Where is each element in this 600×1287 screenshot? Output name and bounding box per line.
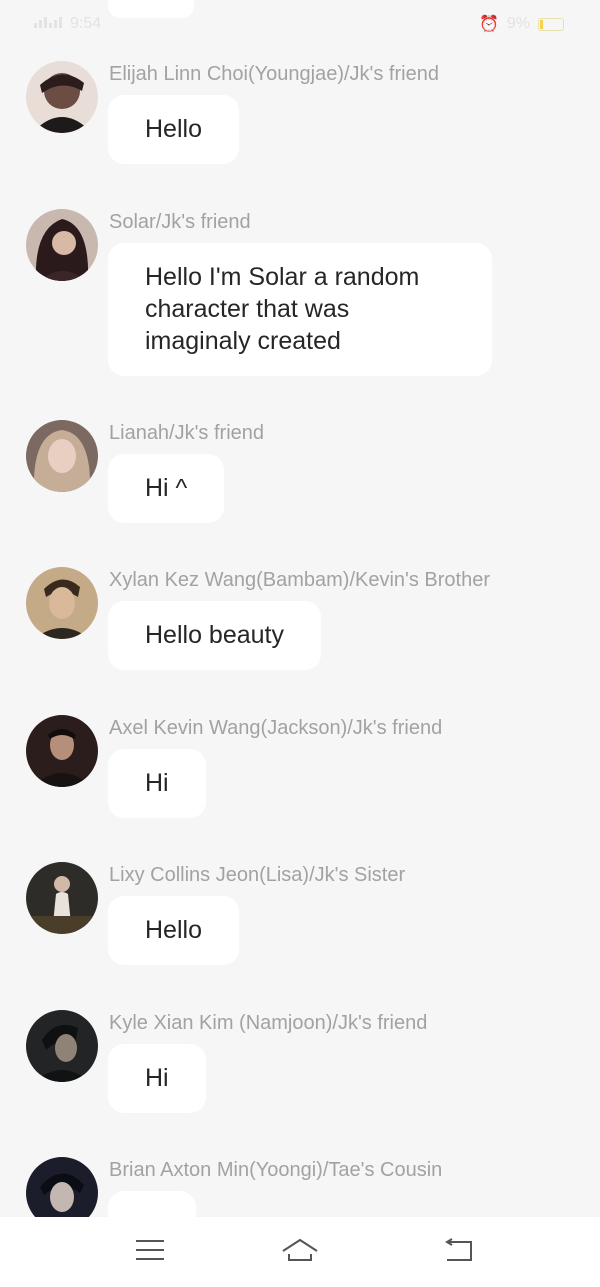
message-text: Hello [145,916,202,944]
sender-name: Lianah/Jk's friend [109,422,265,444]
message-text: Hello beauty [145,621,284,649]
avatar[interactable] [26,420,98,492]
sender-name: Kyle Xian Kim (Namjoon)/Jk's friend [109,1012,428,1034]
home-icon [280,1237,320,1268]
message-text: Hello [145,115,202,143]
sender-name: Lixy Collins Jeon(Lisa)/Jk's Sister [109,864,406,886]
alarm-icon: ⏰ [478,16,499,33]
home-button[interactable] [270,1217,330,1287]
message-bubble[interactable]: Hi [108,749,206,818]
message-text: Hi [145,1064,169,1092]
message-bubble[interactable]: Hello [108,95,239,164]
back-button[interactable] [428,1217,488,1287]
message-bubble[interactable]: Hello I'm Solar a random character that … [108,243,492,376]
message-text: Hello I'm Solar a random character that … [145,263,420,355]
sender-name: Solar/Jk's friend [109,211,251,233]
sender-name: Axel Kevin Wang(Jackson)/Jk's friend [109,717,443,739]
message-text: Hi ^ [145,474,188,502]
navigation-bar [0,1217,600,1287]
message-text: Hi [145,769,169,797]
avatar[interactable] [26,209,98,281]
sender-name: Brian Axton Min(Yoongi)/Tae's Cousin [109,1159,443,1181]
avatar[interactable] [26,1157,98,1217]
sender-name: Elijah Linn Choi(Youngjae)/Jk's friend [109,63,439,85]
status-bar: 9:54 ⏰ 9% [0,0,600,46]
avatar[interactable] [26,1010,98,1082]
message-bubble[interactable]: Hello beauty [108,601,321,670]
avatar[interactable] [26,61,98,133]
back-icon [443,1237,473,1267]
battery-icon [538,17,564,31]
message-bubble[interactable]: Hello [108,896,239,965]
menu-button[interactable] [120,1217,180,1287]
signal-icon [34,14,64,33]
avatar[interactable] [26,862,98,934]
avatar[interactable] [26,715,98,787]
sender-name: Xylan Kez Wang(Bambam)/Kevin's Brother [109,569,491,591]
status-time: 9:54 [70,14,102,32]
chat-message-list[interactable]: Elijah Linn Choi(Youngjae)/Jk's friend H… [0,0,600,1217]
message-bubble[interactable]: Hi ^ [108,454,225,523]
menu-icon [135,1239,165,1266]
battery-percent: 9% [506,15,530,32]
message-bubble[interactable]: Hi [108,1044,206,1113]
avatar[interactable] [26,567,98,639]
message-bubble[interactable] [108,1191,196,1217]
